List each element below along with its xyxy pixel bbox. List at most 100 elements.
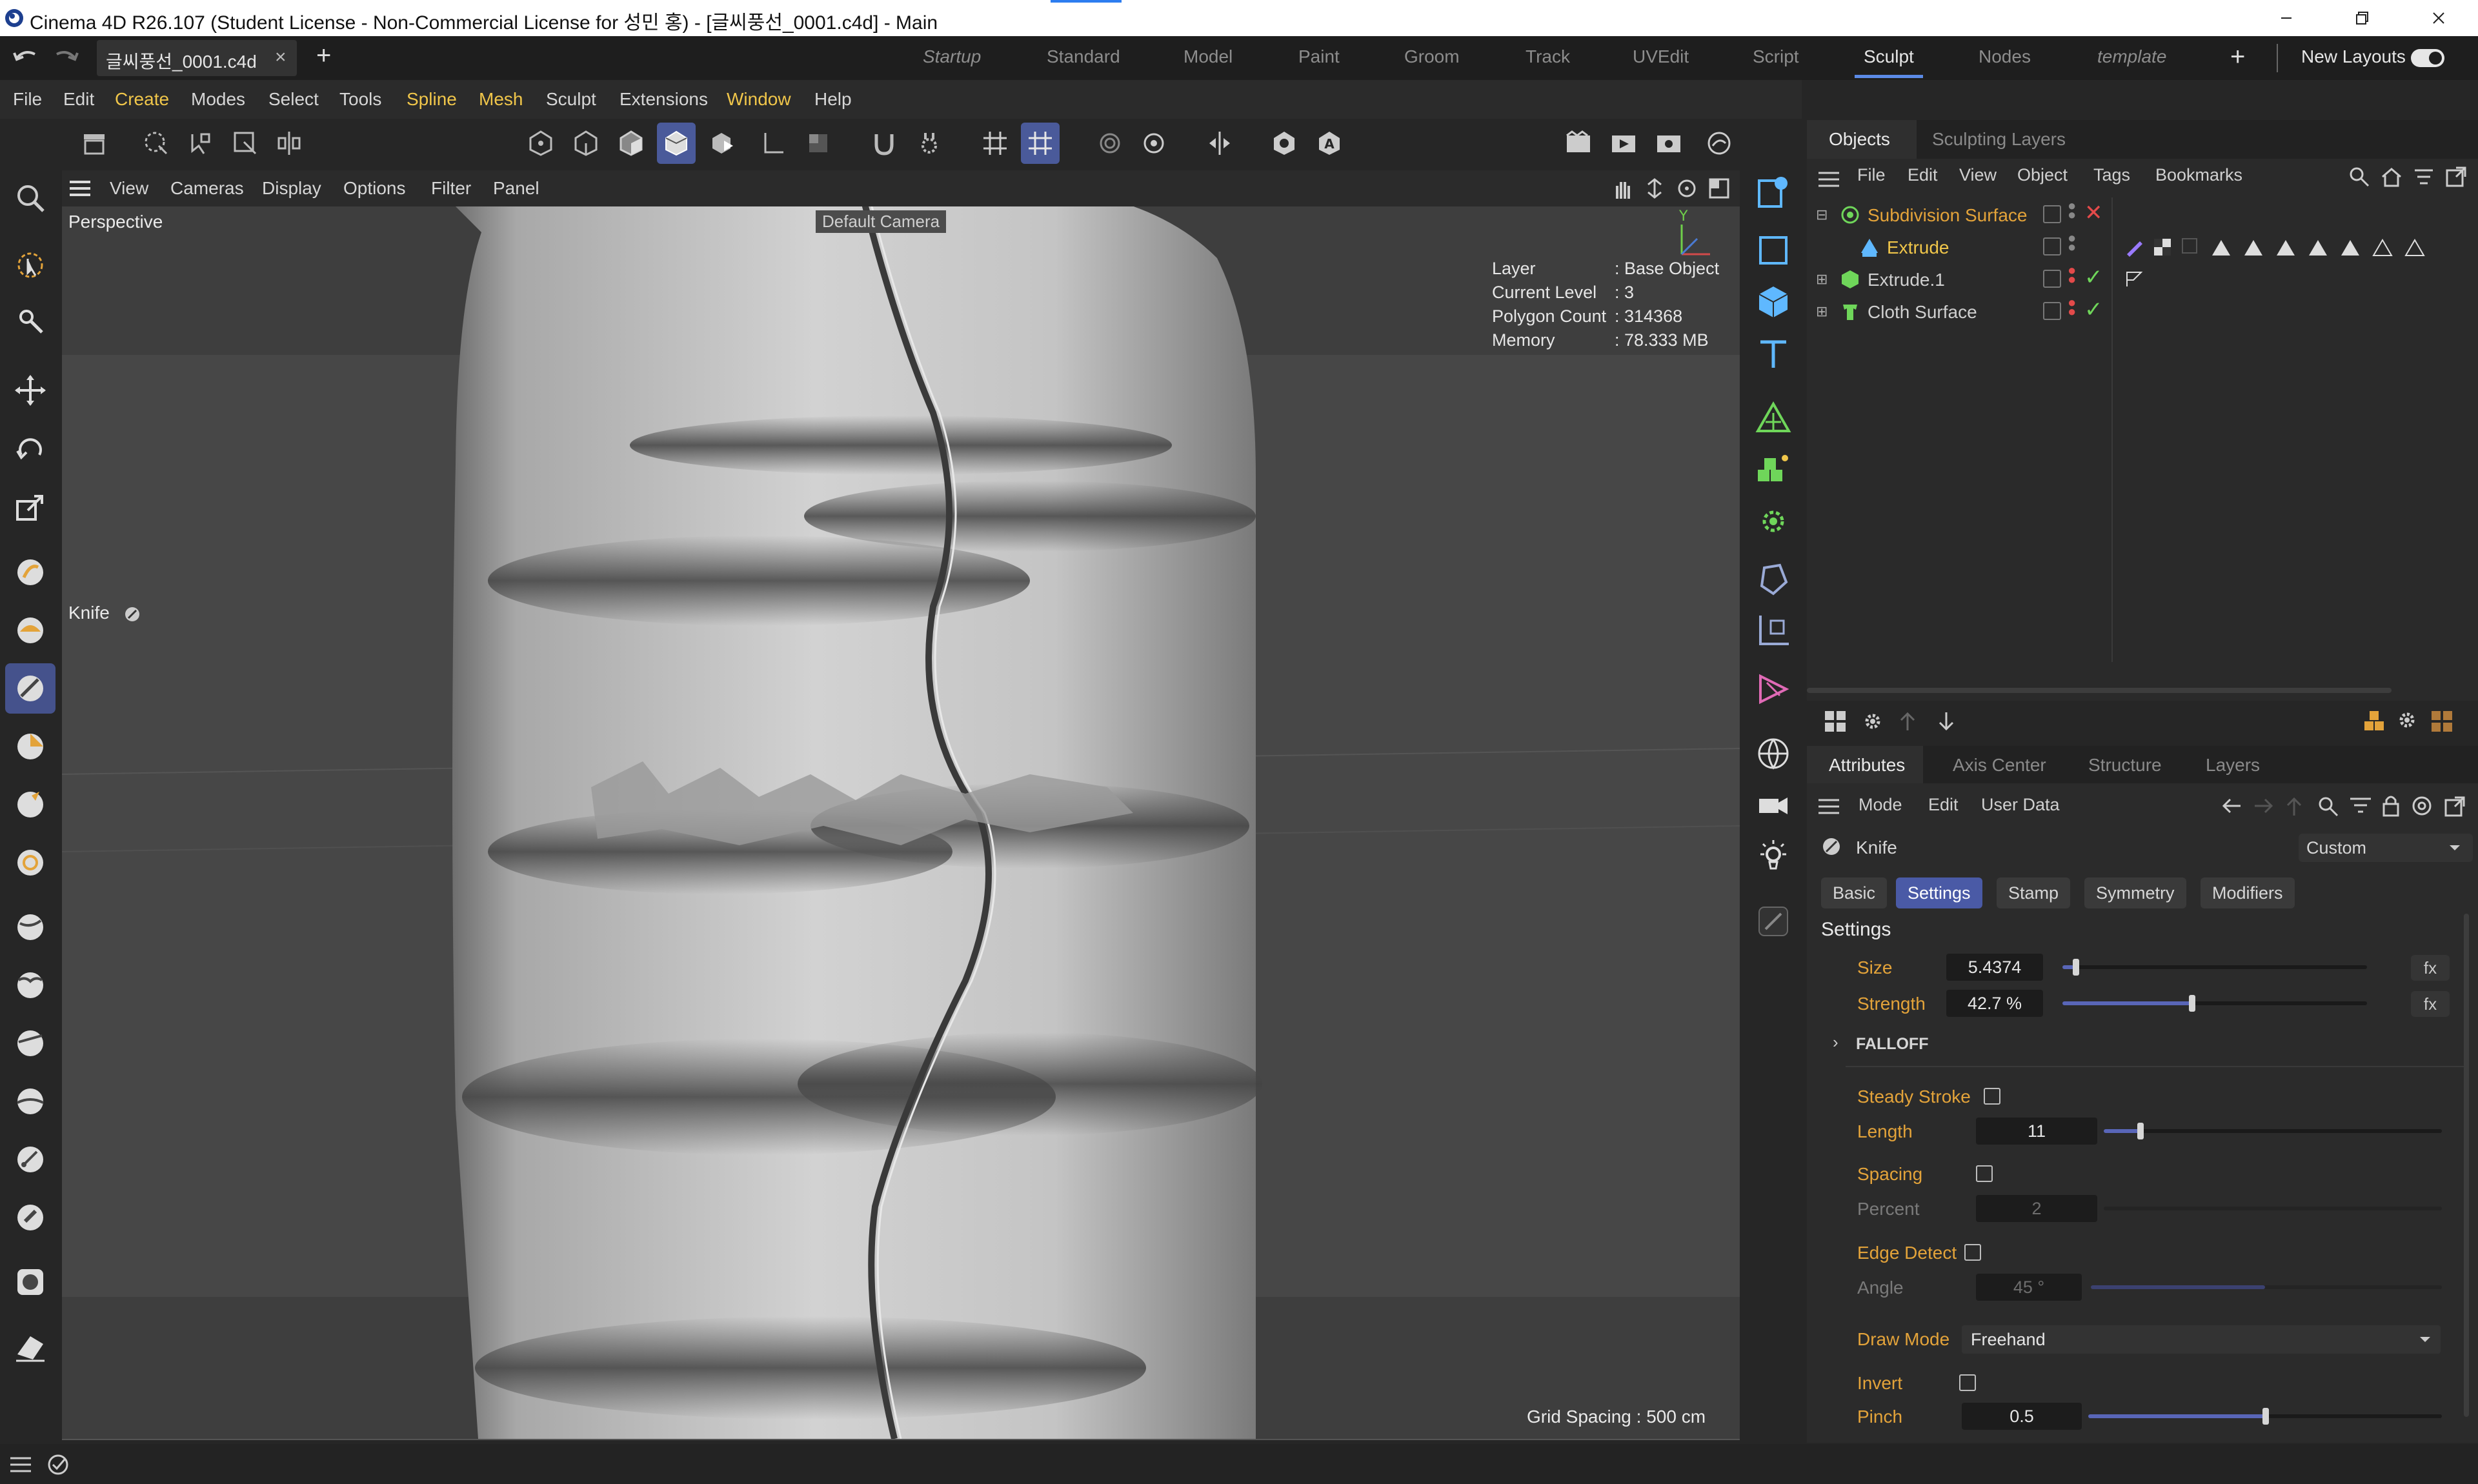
locked-axis-icon[interactable]: [754, 123, 792, 164]
edge-detect-checkbox[interactable]: [1964, 1244, 1981, 1261]
attributes-new-window-icon[interactable]: [2443, 795, 2466, 818]
objects-home-icon[interactable]: [2380, 165, 2403, 188]
falloff-section[interactable]: FALLOFF: [1856, 1035, 1928, 1054]
layer-swatch-icon[interactable]: [2043, 302, 2061, 320]
mask-brush-icon[interactable]: [5, 1134, 55, 1185]
snap-settings-icon[interactable]: [910, 123, 949, 164]
render-to-picture-viewer-icon[interactable]: [1604, 123, 1643, 164]
restore-button[interactable]: [2324, 0, 2401, 36]
attributes-menu-user-data[interactable]: User Data: [1981, 795, 2060, 815]
tool-settings-icon[interactable]: [5, 296, 55, 346]
subtab-settings[interactable]: Settings: [1896, 877, 1982, 908]
expand-icon[interactable]: ⊞: [1816, 303, 1828, 320]
lock-icon[interactable]: [2381, 794, 2401, 817]
spacing-checkbox[interactable]: [1976, 1165, 1993, 1182]
menu-extensions[interactable]: Extensions: [620, 89, 708, 110]
selection-tag-icon[interactable]: [2123, 268, 2145, 290]
objects-menu-bookmarks[interactable]: Bookmarks: [2155, 165, 2242, 185]
live-selection-icon[interactable]: [137, 123, 176, 164]
percent-slider-track[interactable]: [2104, 1207, 2442, 1210]
size-input[interactable]: 5.4374: [1946, 954, 2043, 981]
tool-manager-icon[interactable]: [75, 123, 114, 164]
menu-modes[interactable]: Modes: [191, 89, 245, 110]
footer-gear-icon[interactable]: [2397, 710, 2417, 730]
layout-tab-sculpt[interactable]: Sculpt: [1864, 46, 1914, 67]
layout-tab-startup[interactable]: Startup: [923, 46, 981, 67]
cubes-icon[interactable]: [2362, 708, 2388, 734]
camera-create-icon[interactable]: [1749, 168, 1798, 217]
knife-brush-icon[interactable]: [5, 663, 55, 714]
objects-filter-icon[interactable]: [2412, 165, 2435, 188]
attributes-menu-edit[interactable]: Edit: [1928, 795, 1959, 815]
objects-search-icon[interactable]: [2348, 165, 2371, 188]
object-row-subdivision-surface[interactable]: ⊟ Subdivision Surface ● ● ✕: [1813, 199, 2472, 230]
menu-window[interactable]: Window: [727, 89, 791, 110]
footer-palette-icon[interactable]: [2430, 710, 2453, 733]
collapse-icon[interactable]: ⊟: [1816, 206, 1828, 223]
cloner-icon[interactable]: [1749, 445, 1798, 494]
enabled-check-icon[interactable]: ✓: [2084, 297, 2103, 323]
undo-icon[interactable]: [12, 44, 41, 70]
invert-checkbox[interactable]: [1959, 1374, 1976, 1391]
layout-grid-icon[interactable]: [1824, 710, 1847, 733]
attributes-search-icon[interactable]: [2317, 795, 2340, 818]
grid-snap-icon[interactable]: [1021, 123, 1060, 164]
orbit-view-icon[interactable]: [1675, 177, 1698, 200]
viewport-menu-cameras[interactable]: Cameras: [170, 178, 244, 199]
fill-brush-icon[interactable]: [5, 960, 55, 1010]
pinch-slider-knob[interactable]: [2262, 1408, 2269, 1425]
layout-tab-groom[interactable]: Groom: [1404, 46, 1460, 67]
selection-tool-icon[interactable]: [5, 240, 55, 290]
deformer-icon[interactable]: [1749, 497, 1798, 546]
viewport-menu-panel[interactable]: Panel: [493, 178, 539, 199]
pull-brush-icon[interactable]: [5, 547, 55, 597]
render-view-icon[interactable]: [1559, 123, 1598, 164]
size-slider-track[interactable]: [2062, 965, 2367, 969]
axis-selection-icon[interactable]: [270, 123, 308, 164]
strength-input[interactable]: 42.7 %: [1946, 990, 2043, 1017]
menu-tools[interactable]: Tools: [339, 89, 381, 110]
visibility-dots-icon[interactable]: ● ●: [2068, 296, 2076, 319]
disabled-x-icon[interactable]: ✕: [2084, 200, 2103, 226]
attributes-hamburger-icon[interactable]: [1817, 797, 1840, 816]
scale-tool-icon[interactable]: [5, 483, 55, 533]
environment-icon[interactable]: [1749, 729, 1798, 778]
menu-help[interactable]: Help: [814, 89, 852, 110]
layout-tab-track[interactable]: Track: [1526, 46, 1570, 67]
stamp-icon[interactable]: [5, 1257, 55, 1307]
move-up-icon[interactable]: [1897, 710, 1918, 733]
scene-icon[interactable]: [1749, 607, 1798, 656]
light-icon[interactable]: [1749, 832, 1798, 881]
menu-create[interactable]: Create: [115, 89, 169, 110]
motion-icon[interactable]: [1749, 665, 1798, 714]
sculpt-tag-icon[interactable]: [2123, 236, 2145, 258]
display-tag-icon[interactable]: [2180, 236, 2202, 258]
length-slider-knob[interactable]: [2137, 1123, 2144, 1139]
menu-edit[interactable]: Edit: [63, 89, 94, 110]
enabled-check-icon[interactable]: ✓: [2084, 265, 2103, 290]
draw-mode-dropdown[interactable]: Freehand: [1962, 1325, 2441, 1354]
erase-brush-icon[interactable]: [5, 1192, 55, 1243]
flatten-brush-icon[interactable]: [5, 721, 55, 772]
file-tab[interactable]: 글씨풍선_0001.c4d ×: [97, 40, 297, 76]
attributes-scrollbar[interactable]: [2464, 914, 2469, 1417]
grab-brush-icon[interactable]: [5, 837, 55, 888]
generators-icon[interactable]: [1749, 394, 1798, 443]
dolly-view-icon[interactable]: [1643, 177, 1666, 200]
menu-file[interactable]: File: [13, 89, 42, 110]
material-tag-icon[interactable]: [2151, 236, 2173, 258]
attributes-menu-mode[interactable]: Mode: [1858, 795, 1902, 815]
pan-view-icon[interactable]: [1611, 177, 1637, 200]
layout-tab-script[interactable]: Script: [1753, 46, 1799, 67]
text-create-icon[interactable]: [1749, 329, 1798, 378]
objects-menu-file[interactable]: File: [1857, 165, 1886, 185]
objects-menu-edit[interactable]: Edit: [1908, 165, 1938, 185]
magnet-icon[interactable]: [865, 123, 903, 164]
target-icon[interactable]: [2411, 795, 2433, 817]
tab-layers[interactable]: Layers: [2206, 755, 2260, 776]
redshift-icon[interactable]: [1700, 123, 1738, 164]
objects-menu-object[interactable]: Object: [2017, 165, 2068, 185]
workplane-icon[interactable]: [976, 123, 1014, 164]
add-layout-icon[interactable]: +: [2230, 43, 2245, 72]
attributes-filter-icon[interactable]: [2349, 796, 2372, 816]
